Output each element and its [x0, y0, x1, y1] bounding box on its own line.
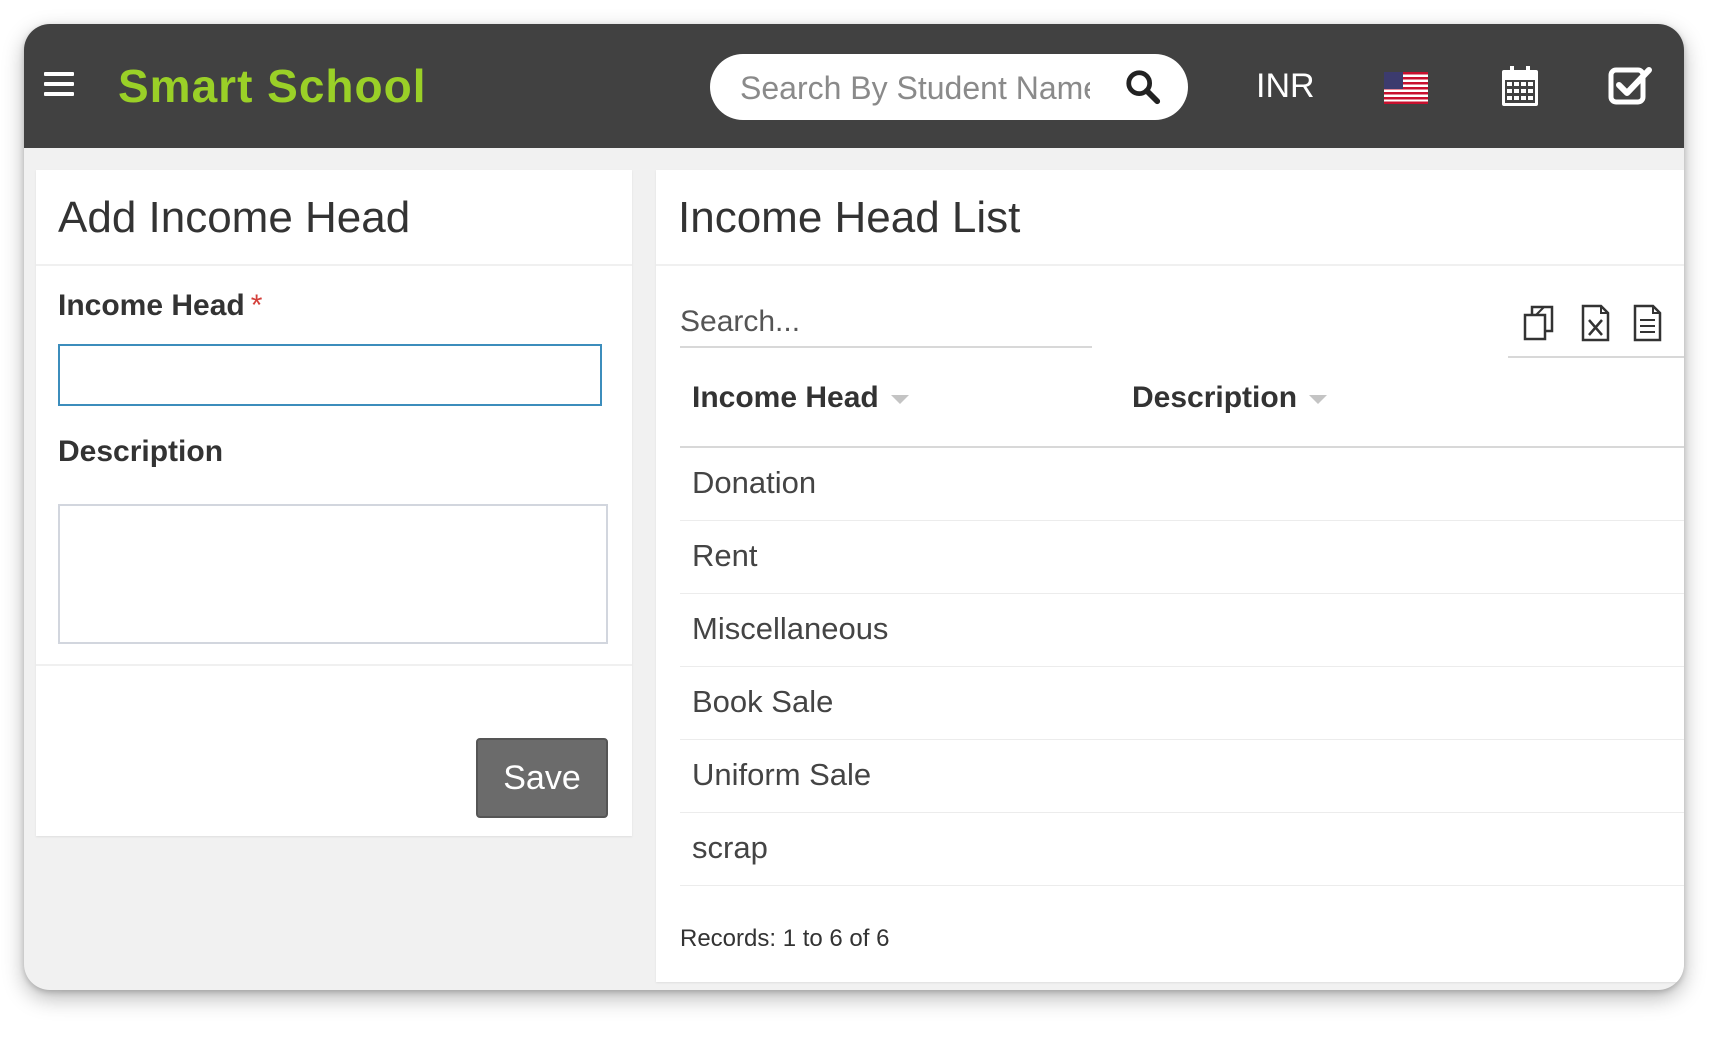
app-window: Smart School INR [24, 24, 1684, 990]
panel-title: Income Head List [678, 193, 1021, 242]
income-head-label-text: Income Head [58, 289, 245, 322]
income-head-field[interactable] [58, 344, 602, 406]
income-head-cell: scrap [692, 830, 768, 865]
table-row[interactable]: scrap [680, 813, 1684, 886]
top-navbar: Smart School INR [24, 24, 1684, 148]
panel-title: Add Income Head [58, 193, 411, 242]
income-head-cell: Uniform Sale [692, 757, 872, 792]
income-head-cell: Miscellaneous [692, 611, 889, 646]
brand-logo[interactable]: Smart School [118, 58, 427, 114]
records-count: Records: 1 to 6 of 6 [680, 925, 890, 952]
currency-selector[interactable]: INR [1256, 66, 1315, 106]
search-icon[interactable] [1124, 68, 1162, 106]
table-row[interactable]: Rent [680, 521, 1684, 594]
calendar-icon[interactable] [1500, 66, 1540, 108]
table-row[interactable]: Book Sale [680, 667, 1684, 740]
us-flag-icon[interactable] [1384, 72, 1428, 104]
income-head-label: Income Head * [58, 288, 262, 324]
divider [36, 664, 632, 666]
table-row[interactable]: Miscellaneous [680, 594, 1684, 667]
income-head-cell: Rent [692, 538, 758, 573]
menu-icon[interactable] [44, 72, 74, 100]
column-header-income-head[interactable]: Income Head [692, 380, 909, 416]
description-label: Description [58, 435, 224, 468]
save-button[interactable]: Save [476, 738, 608, 818]
income-head-cell: Donation [692, 465, 817, 500]
check-square-icon[interactable] [1608, 64, 1654, 106]
student-search [710, 54, 1188, 120]
table-row[interactable]: Uniform Sale [680, 740, 1684, 813]
student-search-input[interactable] [738, 64, 1092, 112]
income-head-cell: Book Sale [692, 684, 834, 719]
list-search-input[interactable] [680, 298, 1092, 348]
sort-caret-icon [1309, 394, 1328, 404]
divider [656, 264, 1684, 266]
column-header-label: Description [1132, 381, 1298, 414]
income-head-list-panel: Income Head List Income H [656, 170, 1684, 982]
table-row[interactable]: Donation [680, 448, 1684, 521]
excel-icon[interactable] [1576, 304, 1614, 342]
divider [36, 264, 632, 266]
csv-icon[interactable] [1628, 304, 1666, 342]
add-income-head-panel: Add Income Head Income Head * Description… [36, 170, 632, 836]
description-field[interactable] [58, 504, 608, 644]
required-mark: * [250, 289, 263, 322]
export-toolbar [1508, 300, 1684, 358]
sort-caret-icon [890, 394, 909, 404]
column-header-description[interactable]: Description [1132, 380, 1328, 416]
column-header-label: Income Head [692, 381, 879, 414]
copy-icon[interactable] [1522, 304, 1560, 342]
